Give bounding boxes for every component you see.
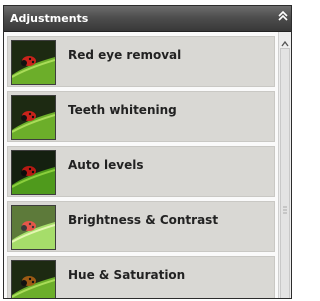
scroll-up-arrow-icon[interactable] (280, 34, 290, 47)
adjustment-item-auto-levels[interactable]: Auto levels (7, 146, 275, 197)
adjustment-item-red-eye-removal[interactable]: Red eye removal (7, 36, 275, 87)
ladybug-thumbnail (11, 150, 56, 195)
adjustments-panel: Adjustments Red eye removal Teeth whiten… (3, 5, 292, 299)
adjustment-item-label: Red eye removal (68, 48, 182, 62)
scrollbar-thumb[interactable] (280, 48, 290, 298)
double-chevron-up-icon[interactable] (275, 6, 291, 31)
adjustment-item-teeth-whitening[interactable]: Teeth whitening (7, 91, 275, 142)
panel-title: Adjustments (10, 12, 89, 25)
ladybug-thumbnail (11, 260, 56, 298)
adjustment-item-hue-saturation[interactable]: Hue & Saturation (7, 256, 275, 298)
vertical-scrollbar[interactable] (278, 32, 291, 298)
adjustment-item-label: Hue & Saturation (68, 268, 186, 282)
ladybug-thumbnail (11, 40, 56, 85)
adjustment-item-brightness-contrast[interactable]: Brightness & Contrast (7, 201, 275, 252)
grip-icon (283, 199, 287, 214)
adjustments-list: Red eye removal Teeth whitening Auto lev… (4, 32, 280, 298)
panel-header[interactable]: Adjustments (4, 6, 291, 32)
adjustment-item-label: Brightness & Contrast (68, 213, 219, 227)
ladybug-thumbnail (11, 95, 56, 140)
adjustment-item-label: Teeth whitening (68, 103, 177, 117)
adjustment-item-label: Auto levels (68, 158, 144, 172)
ladybug-thumbnail (11, 205, 56, 250)
